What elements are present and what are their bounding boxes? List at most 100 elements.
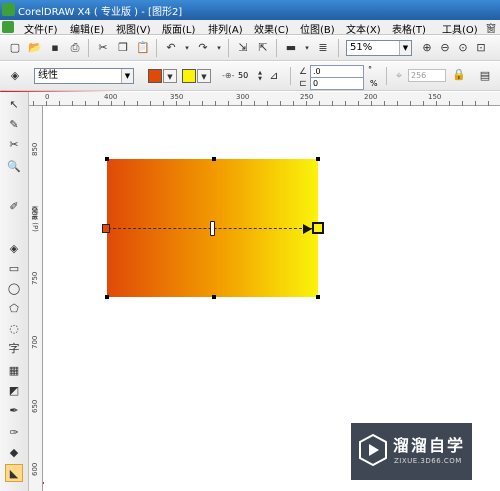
horizontal-ruler[interactable]: 0 400 350 300 250 200 150 xyxy=(29,92,500,106)
ruler-tick xyxy=(98,101,99,106)
new-document-icon[interactable]: ▢ xyxy=(8,41,22,55)
corel-online-icon[interactable]: ≣ xyxy=(316,41,330,55)
menu-window-overflow[interactable]: 窗 xyxy=(486,20,496,35)
menu-view[interactable]: 视图(V) xyxy=(116,21,151,36)
fill-type-dropdown[interactable]: 线性 ▼ xyxy=(34,68,134,84)
undo-icon[interactable]: ↶ xyxy=(164,41,178,55)
menu-file[interactable]: 文件(F) xyxy=(24,21,58,36)
application-launcher-icon[interactable]: ▬ xyxy=(284,41,298,55)
v-ruler-label: 850 xyxy=(31,142,39,156)
selection-handle[interactable] xyxy=(316,295,320,299)
steps-lock-icon[interactable]: ⌖ xyxy=(392,69,406,83)
lock-icon[interactable]: 🔒 xyxy=(452,68,466,82)
rectangle-tool-icon[interactable]: ▭ xyxy=(5,260,23,278)
undo-dropdown-icon[interactable]: ▾ xyxy=(180,41,194,55)
ruler-tick xyxy=(358,101,359,106)
save-icon[interactable]: ▪ xyxy=(48,41,62,55)
fill-tool-icon[interactable]: ◆ xyxy=(5,444,23,462)
property-bar: ◈ 线性 ▼ ▼ ▼ -⊕- 50 ▲ ▼ ⊿ ∠ .0 ° ⊏ 0 % ⌖ 25… xyxy=(0,62,500,91)
crop-tool-icon[interactable]: ✂ xyxy=(5,136,23,154)
steps-field[interactable]: 256 xyxy=(408,69,446,82)
separator xyxy=(290,67,291,85)
menu-tools[interactable]: 工具(O) xyxy=(442,21,478,36)
redo-dropdown-icon[interactable]: ▾ xyxy=(212,41,226,55)
cut-icon[interactable]: ✂ xyxy=(96,41,110,55)
eyedropper-icon[interactable]: ✒ xyxy=(5,402,23,420)
start-color-swatch[interactable] xyxy=(148,69,162,83)
edge-pad-value: 0 xyxy=(313,79,319,88)
export-icon[interactable]: ⇱ xyxy=(256,41,270,55)
start-color-dropdown-icon[interactable]: ▼ xyxy=(163,69,177,83)
menu-table[interactable]: 表格(T) xyxy=(392,21,426,36)
outline-pen-icon[interactable]: ✑ xyxy=(5,424,23,442)
copy-fill-properties-icon[interactable]: ▤ xyxy=(478,69,492,83)
zoom-selected-icon[interactable]: ⊙ xyxy=(456,41,470,55)
zoom-in-icon[interactable]: ⊕ xyxy=(420,41,434,55)
midpoint-slider-handle-icon[interactable]: ⊿ xyxy=(267,69,281,83)
midpoint-slider-icon: -⊕- xyxy=(222,71,235,80)
h-ruler-label: 200 xyxy=(364,93,378,101)
print-icon[interactable]: ⎙ xyxy=(68,41,82,55)
polygon-tool-icon[interactable]: ⬠ xyxy=(5,300,23,318)
redo-icon[interactable]: ↷ xyxy=(196,41,210,55)
gradient-end-handle[interactable] xyxy=(312,222,324,234)
zoom-out-icon[interactable]: ⊖ xyxy=(438,41,452,55)
v-ruler-label: 750 xyxy=(31,271,39,285)
table-tool-icon[interactable]: ▦ xyxy=(5,362,23,380)
text-tool-icon[interactable]: 字 xyxy=(5,340,23,358)
ruler-tick xyxy=(384,101,385,106)
launcher-dropdown-icon[interactable]: ▾ xyxy=(300,41,314,55)
ruler-tick xyxy=(410,101,411,106)
shape-tool-icon[interactable]: ✎ xyxy=(5,116,23,134)
pick-tool-icon[interactable]: ↖ xyxy=(5,96,23,114)
vertical-ruler[interactable]: 850 毫米 (P) 750 700 650 600 800 xyxy=(29,106,43,491)
v-ruler-label: 600 xyxy=(31,462,39,476)
end-color-dropdown-icon[interactable]: ▼ xyxy=(197,69,211,83)
midpoint-value[interactable]: 50 xyxy=(238,71,248,80)
edge-pad-field[interactable]: 0 xyxy=(310,77,364,90)
zoom-page-icon[interactable]: ⊡ xyxy=(474,41,488,55)
menu-arrange[interactable]: 排列(A) xyxy=(208,21,243,36)
selection-handle[interactable] xyxy=(105,157,109,161)
ruler-tick xyxy=(293,101,294,106)
selection-handle[interactable] xyxy=(316,157,320,161)
paste-icon[interactable]: 📋 xyxy=(136,41,150,55)
smart-fill-icon[interactable]: ◈ xyxy=(5,240,23,258)
selection-handle[interactable] xyxy=(212,157,216,161)
ruler-tick xyxy=(397,101,398,106)
ruler-tick xyxy=(449,101,450,106)
menu-text[interactable]: 文本(X) xyxy=(346,21,381,36)
interactive-blend-icon[interactable]: ◩ xyxy=(5,382,23,400)
open-icon[interactable]: 📂 xyxy=(28,41,42,55)
selection-handle[interactable] xyxy=(105,295,109,299)
basic-shapes-icon[interactable]: ◌ xyxy=(5,320,23,338)
h-ruler-label: 400 xyxy=(104,93,118,101)
freehand-tool-icon[interactable]: ✐ xyxy=(5,198,23,216)
ruler-tick xyxy=(254,101,255,106)
menu-effects[interactable]: 效果(C) xyxy=(254,21,289,36)
menu-edit[interactable]: 编辑(E) xyxy=(70,21,104,36)
separator xyxy=(338,39,339,57)
menu-bitmaps[interactable]: 位图(B) xyxy=(300,21,335,36)
document-menu-icon[interactable] xyxy=(2,21,14,33)
separator xyxy=(228,39,229,57)
menu-layout[interactable]: 版面(L) xyxy=(162,21,195,36)
gradient-midpoint-slider[interactable] xyxy=(210,221,215,236)
end-color-swatch[interactable] xyxy=(182,69,196,83)
ellipse-tool-icon[interactable]: ◯ xyxy=(5,280,23,298)
copy-icon[interactable]: ❐ xyxy=(116,41,130,55)
zoom-level-dropdown[interactable]: 51% ▼ xyxy=(346,40,412,56)
separator xyxy=(156,39,157,57)
import-icon[interactable]: ⇲ xyxy=(236,41,250,55)
ruler-tick xyxy=(475,101,476,106)
fill-presets-icon[interactable]: ◈ xyxy=(8,69,22,83)
zoom-tool-icon[interactable]: 🔍 xyxy=(5,158,23,176)
selection-handle[interactable] xyxy=(212,295,216,299)
ruler-tick xyxy=(280,101,281,106)
ruler-tick xyxy=(423,101,424,106)
gradient-start-handle[interactable] xyxy=(102,224,110,233)
midpoint-spinner[interactable]: ▲ ▼ xyxy=(256,70,264,83)
ruler-tick xyxy=(462,101,463,106)
ruler-tick xyxy=(85,101,86,106)
interactive-fill-icon[interactable]: ◣ xyxy=(5,464,23,482)
